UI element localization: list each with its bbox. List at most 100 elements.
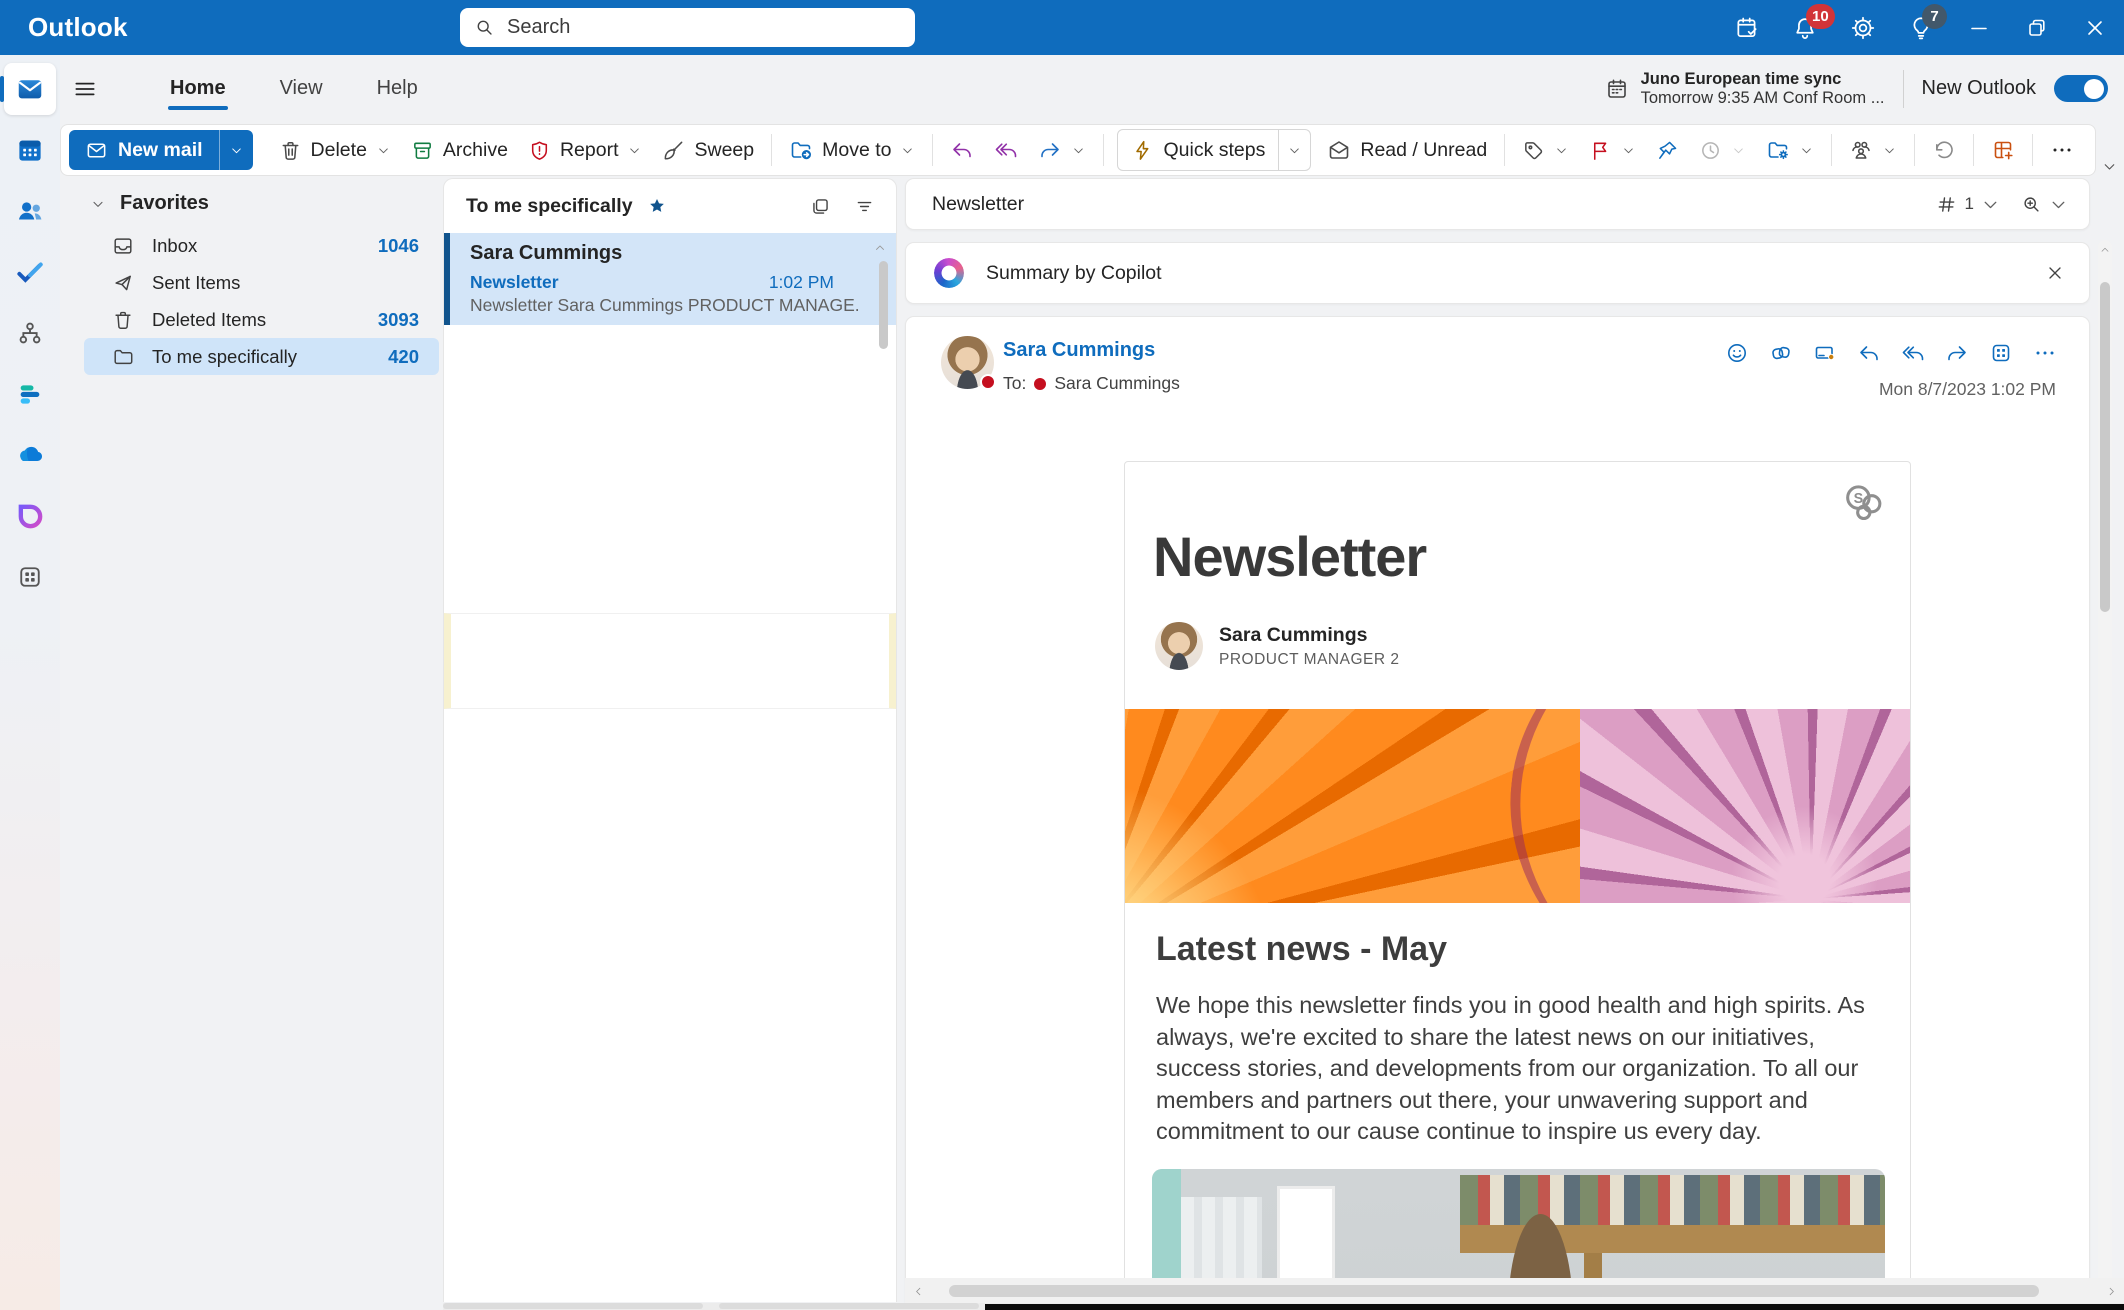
collapse-ribbon-button[interactable] [2101,158,2118,175]
message-count-icon[interactable] [1936,194,1957,215]
navigation-menu-button[interactable] [64,69,106,109]
rail-people[interactable] [4,185,56,237]
rail-todo[interactable] [4,246,56,298]
rail-mail[interactable] [4,63,56,115]
quick-steps-button[interactable]: Quick steps [1117,129,1311,171]
sender-name-link[interactable]: Sara Cummings [1003,339,1155,362]
chevron-down-icon[interactable] [2048,194,2069,215]
rail-viva-engage[interactable] [4,368,56,420]
chevron-down-icon [900,143,915,158]
scroll-left-arrow-icon[interactable] [905,1285,931,1298]
my-day-button[interactable] [1718,0,1776,55]
flag-button[interactable] [1579,130,1646,170]
forward-icon[interactable] [1945,341,1969,365]
delete-label: Delete [311,139,367,162]
folder-to-me-specifically[interactable]: To me specifically 420 [84,338,439,375]
message-list-title: To me specifically [466,195,633,218]
apps-grid-icon[interactable] [1989,341,2013,365]
close-icon[interactable] [2045,263,2065,283]
sweep-button[interactable]: Sweep [652,130,764,170]
reactions-smiley-icon[interactable] [1725,341,1749,365]
reminder-title: Juno European time sync [1641,69,1885,90]
copilot-summary-card[interactable]: Summary by Copilot [905,242,2090,304]
tab-help[interactable]: Help [355,65,440,112]
restore-button[interactable] [2008,0,2066,55]
undo-button[interactable] [1922,130,1966,170]
scroll-up-arrow-icon[interactable] [873,241,887,255]
tab-view[interactable]: View [258,65,345,112]
divider [1914,134,1915,166]
flag-icon [1589,139,1612,162]
rules-folder-gear-icon [1766,138,1790,162]
forward-button[interactable] [1028,130,1096,170]
svg-text:S: S [1854,491,1864,507]
rail-loop[interactable] [4,490,56,542]
filter-icon[interactable] [846,188,882,224]
new-outlook-toggle[interactable] [2054,75,2108,102]
tips-button[interactable]: 7 [1892,0,1950,55]
read-unread-button[interactable]: Read / Unread [1317,130,1497,170]
sender-avatar[interactable] [941,336,994,389]
reply-all-button[interactable] [984,130,1028,170]
divider [1504,134,1505,166]
newsletter-section-heading: Latest news - May [1156,930,1447,969]
select-messages-icon[interactable] [802,188,838,224]
pin-button[interactable] [1646,130,1689,170]
loop-shapes-icon[interactable] [1769,341,1793,365]
folder-sent-items[interactable]: Sent Items [84,264,439,301]
scroll-up-arrow-icon[interactable] [2098,244,2112,256]
rules-button[interactable] [1756,130,1824,170]
rail-org-explorer[interactable] [4,307,56,359]
quick-steps-dropdown[interactable] [1278,130,1310,170]
apps-insert-button[interactable] [1981,130,2025,170]
rail-more-apps[interactable] [4,551,56,603]
message-alert-card-icon[interactable] [1813,341,1837,365]
divider [1973,134,1974,166]
pin-icon [1656,139,1679,162]
chevron-down-icon[interactable] [1980,194,2001,215]
favorites-header[interactable]: Favorites [60,178,443,227]
author-name: Sara Cummings [1219,624,1399,647]
favorites-label: Favorites [120,192,209,215]
more-actions-icon[interactable] [2033,341,2057,365]
zoom-in-icon[interactable] [2021,194,2042,215]
horizontal-scrollbar-thumb[interactable] [949,1285,2039,1297]
tab-home[interactable]: Home [148,65,248,112]
scroll-right-arrow-icon[interactable] [2098,1285,2124,1298]
favorite-star-icon[interactable] [647,196,667,216]
unread-count: 1046 [378,235,419,257]
new-mail-dropdown[interactable] [219,130,253,170]
reminder-details: Tomorrow 9:35 AM Conf Room ... [1641,89,1885,108]
more-options-button[interactable] [2040,130,2084,170]
minimize-button[interactable] [1950,0,2008,55]
rail-calendar[interactable] [4,124,56,176]
reply-button[interactable] [940,130,984,170]
report-button[interactable]: Report [518,130,653,170]
rail-onedrive[interactable] [4,429,56,481]
meeting-reminder[interactable]: Juno European time sync Tomorrow 9:35 AM… [1605,69,1885,109]
horizontal-scrollbar[interactable] [905,1278,2124,1304]
chevron-down-icon [1882,143,1897,158]
move-to-button[interactable]: Move to [779,130,925,170]
search-input[interactable] [505,15,901,40]
recipient-row[interactable]: To: Sara Cummings [1003,373,1180,394]
categorize-button[interactable] [1512,130,1579,170]
reply-icon[interactable] [1857,341,1881,365]
archive-button[interactable]: Archive [401,130,518,170]
message-list-item[interactable]: Sara Cummings Newsletter 1:02 PM Newslet… [444,233,896,325]
reply-all-icon[interactable] [1901,341,1925,365]
close-button[interactable] [2066,0,2124,55]
menu-row: Home View Help Juno European time sync T… [60,55,2124,122]
settings-button[interactable] [1834,0,1892,55]
folder-deleted-items[interactable]: Deleted Items 3093 [84,301,439,338]
folder-inbox[interactable]: Inbox 1046 [84,227,439,264]
message-list-scrollbar[interactable] [879,261,888,349]
search-box[interactable] [460,8,915,47]
snooze-button[interactable] [1689,130,1756,170]
chevron-down-icon [90,196,106,212]
groups-button[interactable] [1839,130,1907,170]
delete-button[interactable]: Delete [269,130,401,170]
notifications-button[interactable]: 10 [1776,0,1834,55]
reading-pane-scrollbar-thumb[interactable] [2100,282,2110,612]
new-mail-button[interactable]: New mail [69,130,253,170]
